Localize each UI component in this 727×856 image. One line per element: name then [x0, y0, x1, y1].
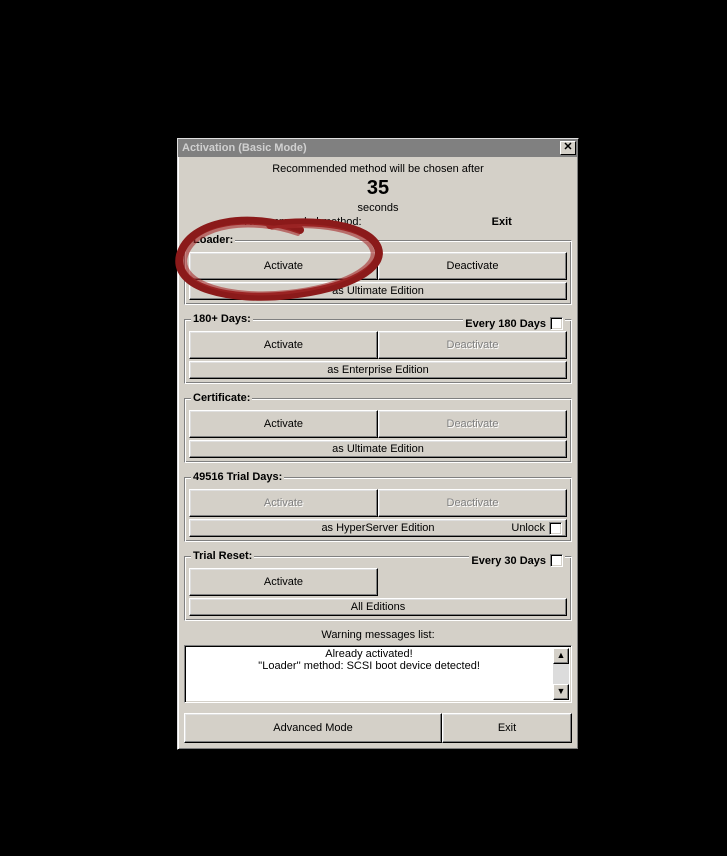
loader-status[interactable]: as Ultimate Edition [189, 282, 567, 300]
trialreset-checkbox[interactable] [550, 554, 563, 567]
certificate-deactivate-button[interactable]: Deactivate [378, 410, 567, 438]
trialreset-right: Every 30 Days [469, 554, 565, 567]
recommended-method-row: Recommended method: Exit [184, 216, 572, 228]
trialreset-status[interactable]: All Editions [189, 598, 567, 616]
days180-group: 180+ Days: Every 180 Days Activate Deact… [184, 313, 572, 384]
trialreset-legend: Trial Reset: [191, 550, 254, 562]
scroll-up-icon[interactable]: ▲ [553, 648, 569, 664]
trialreset-group: Trial Reset: Every 30 Days Activate All … [184, 550, 572, 621]
recommended-method-exit: Exit [492, 216, 512, 228]
client-area: Recommended method will be chosen after … [178, 157, 578, 749]
countdown-seconds: seconds [184, 202, 572, 214]
warnings-label: Warning messages list: [184, 629, 572, 641]
certificate-group: Certificate: Activate Deactivate as Ulti… [184, 392, 572, 463]
certificate-status[interactable]: as Ultimate Edition [189, 440, 567, 458]
trialdays-status[interactable]: as HyperServer Edition Unlock [189, 519, 567, 537]
days180-activate-button[interactable]: Activate [189, 331, 378, 359]
trialdays-activate-button[interactable]: Activate [189, 489, 378, 517]
days180-right: Every 180 Days [463, 317, 565, 330]
window-title: Activation (Basic Mode) [182, 142, 560, 154]
scrollbar[interactable]: ▲ ▼ [553, 648, 569, 700]
days180-legend: 180+ Days: [191, 313, 253, 325]
scroll-down-icon[interactable]: ▼ [553, 684, 569, 700]
titlebar[interactable]: Activation (Basic Mode) ✕ [178, 139, 578, 157]
warning-line-2: ''Loader'' method: SCSI boot device dete… [187, 660, 551, 672]
trialdays-group: 49516 Trial Days: Activate Deactivate as… [184, 471, 572, 542]
days180-status[interactable]: as Enterprise Edition [189, 361, 567, 379]
certificate-legend: Certificate: [191, 392, 252, 404]
loader-legend: Loader: [191, 234, 235, 246]
trialdays-legend: 49516 Trial Days: [191, 471, 284, 483]
countdown-label: Recommended method will be chosen after [184, 163, 572, 175]
days180-deactivate-button[interactable]: Deactivate [378, 331, 567, 359]
loader-group: Loader: Activate Deactivate as Ultimate … [184, 234, 572, 305]
exit-button[interactable]: Exit [442, 713, 572, 743]
recommended-method-label: Recommended method: [244, 216, 361, 228]
advanced-mode-button[interactable]: Advanced Mode [184, 713, 442, 743]
activation-window: Activation (Basic Mode) ✕ Recommended me… [177, 138, 579, 750]
days180-checkbox[interactable] [550, 317, 563, 330]
trialdays-deactivate-button[interactable]: Deactivate [378, 489, 567, 517]
trialreset-activate-button[interactable]: Activate [189, 568, 378, 596]
close-icon[interactable]: ✕ [560, 141, 576, 155]
trialdays-unlock-label: Unlock [511, 520, 545, 536]
certificate-activate-button[interactable]: Activate [189, 410, 378, 438]
warnings-list[interactable]: Already activated! ''Loader'' method: SC… [184, 645, 572, 703]
loader-deactivate-button[interactable]: Deactivate [378, 252, 567, 280]
trialdays-unlock-checkbox[interactable] [549, 522, 562, 535]
warning-line-1: Already activated! [187, 648, 551, 660]
countdown-value: 35 [184, 177, 572, 200]
loader-activate-button[interactable]: Activate [189, 252, 378, 280]
